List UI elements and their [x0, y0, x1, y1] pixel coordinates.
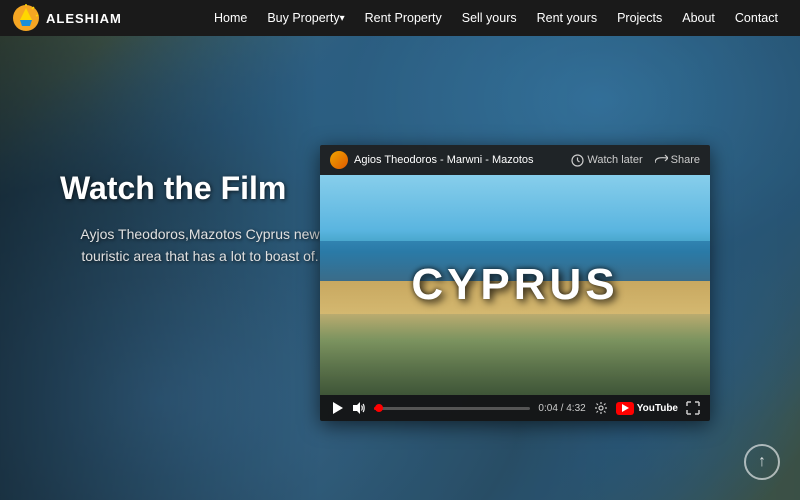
controls-right: YouTube	[594, 401, 700, 415]
video-header-right: Watch later Share	[571, 154, 700, 167]
nav-contact[interactable]: Contact	[725, 0, 788, 36]
logo-icon	[12, 4, 40, 32]
logo[interactable]: ALESHIAM	[12, 4, 122, 32]
youtube-label: YouTube	[637, 403, 678, 414]
nav-links: Home Buy Property Rent Property Sell you…	[204, 0, 788, 36]
logo-text: ALESHIAM	[46, 11, 122, 26]
hero-content: Watch the Film Ayjos Theodoros,Mazotos C…	[60, 170, 340, 268]
clock-icon	[571, 154, 584, 167]
video-controls: 0:04 / 4:32 YouTube	[320, 395, 710, 421]
settings-button[interactable]	[594, 401, 608, 415]
progress-dot	[375, 404, 383, 412]
video-header: Agios Theodoros - Marwni - Mazotos Watch…	[320, 145, 710, 175]
nav-sell-yours[interactable]: Sell yours	[452, 0, 527, 36]
settings-icon	[594, 401, 608, 415]
video-header-left: Agios Theodoros - Marwni - Mazotos	[330, 151, 534, 169]
hero-section: Watch the Film Ayjos Theodoros,Mazotos C…	[0, 0, 800, 500]
watch-later-btn[interactable]: Watch later	[571, 154, 642, 167]
nav-rent-yours[interactable]: Rent yours	[527, 0, 607, 36]
fullscreen-icon	[686, 401, 700, 415]
volume-button[interactable]	[352, 401, 366, 415]
progress-bar[interactable]	[374, 407, 530, 410]
scroll-up-button[interactable]: ↑	[744, 444, 780, 480]
nav-home[interactable]: Home	[204, 0, 257, 36]
share-icon	[655, 154, 668, 167]
watch-later-label: Watch later	[587, 154, 642, 166]
play-button[interactable]	[330, 401, 344, 415]
hero-title: Watch the Film	[60, 170, 340, 207]
hero-description: Ayjos Theodoros,Mazotos Cyprus new touri…	[60, 223, 340, 268]
share-btn[interactable]: Share	[655, 154, 700, 167]
video-overlay-text: CYPRUS	[411, 260, 618, 310]
channel-avatar	[330, 151, 348, 169]
youtube-icon	[616, 402, 634, 415]
channel-name: Agios Theodoros - Marwni - Mazotos	[354, 154, 534, 166]
volume-icon	[352, 401, 366, 415]
nav-about[interactable]: About	[672, 0, 725, 36]
nav-projects[interactable]: Projects	[607, 0, 672, 36]
nav-rent-property[interactable]: Rent Property	[355, 0, 452, 36]
fullscreen-button[interactable]	[686, 401, 700, 415]
video-player[interactable]: Agios Theodoros - Marwni - Mazotos Watch…	[320, 145, 710, 421]
nav-buy-property[interactable]: Buy Property	[257, 0, 354, 36]
time-display: 0:04 / 4:32	[538, 403, 585, 414]
youtube-logo[interactable]: YouTube	[616, 402, 678, 415]
share-label: Share	[671, 154, 700, 166]
video-main[interactable]: CYPRUS	[320, 175, 710, 395]
navbar: ALESHIAM Home Buy Property Rent Property…	[0, 0, 800, 36]
youtube-play-icon	[622, 404, 629, 412]
play-icon	[330, 401, 344, 415]
